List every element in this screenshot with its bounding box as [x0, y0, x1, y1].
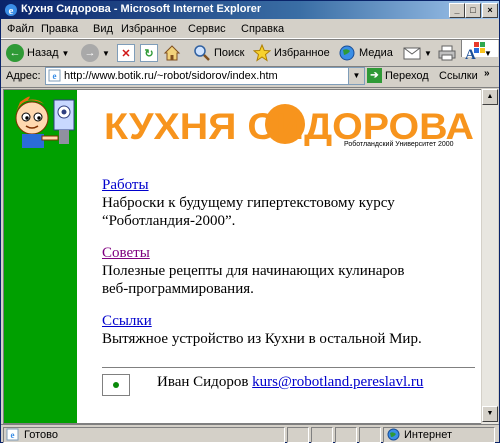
forward-arrow-icon: →	[81, 44, 99, 62]
refresh-button[interactable]: ↻	[140, 43, 158, 63]
address-url: http://www.botik.ru/~robot/sidorov/index…	[64, 70, 278, 82]
section-links: Ссылки Вытяжное устройство из Кухни в ос…	[102, 312, 462, 348]
logo-subtitle: Роботландский Университет 2000	[344, 141, 454, 148]
forward-button[interactable]: → ▼	[81, 43, 110, 63]
zone-text: Интернет	[404, 429, 452, 441]
mail-dropdown-icon[interactable]: ▼	[424, 49, 432, 58]
kitchen-logo: КУХНЯ СИДОРОВА	[104, 104, 474, 146]
media-globe-icon	[339, 45, 355, 61]
title-bar[interactable]: e Кухня Сидорова - Microsoft Internet Ex…	[1, 1, 499, 19]
page-done-icon: e	[6, 428, 19, 441]
close-button[interactable]: ×	[482, 3, 498, 18]
menu-tools[interactable]: Сервис	[188, 23, 226, 35]
scroll-down-icon[interactable]: ▼	[482, 406, 498, 422]
minimize-button[interactable]: _	[449, 3, 465, 18]
address-dropdown-icon[interactable]: ▼	[348, 68, 364, 84]
menu-view[interactable]: Вид	[93, 23, 113, 35]
footer-divider	[102, 367, 475, 368]
favorites-button[interactable]: Избранное	[253, 43, 330, 63]
favorites-star-icon	[253, 44, 271, 62]
section-links-text: Вытяжное устройство из Кухни в остальной…	[102, 331, 422, 347]
stop-icon: ✕	[117, 44, 135, 62]
edit-dropdown-icon[interactable]: ▼	[484, 49, 492, 58]
scroll-up-icon[interactable]: ▲	[482, 89, 498, 105]
green-sidebar	[4, 90, 77, 423]
link-works[interactable]: Работы	[102, 177, 149, 193]
svg-text:e: e	[9, 5, 14, 17]
menu-favorites[interactable]: Избранное	[121, 23, 177, 35]
links-chevron-icon[interactable]: »	[484, 68, 490, 79]
edit-button[interactable]: A ▼	[463, 43, 492, 63]
robot-kid-mascot	[15, 96, 75, 148]
page-icon: e	[48, 69, 61, 82]
home-button[interactable]	[163, 43, 181, 63]
back-arrow-icon: ←	[6, 44, 24, 62]
section-works-text: Наброски к будущему гипертекстовому курс…	[102, 195, 395, 229]
footer-name: Иван Сидоров	[157, 374, 249, 390]
address-label: Адрес:	[6, 70, 41, 82]
status-zone-pane: Интернет	[383, 427, 495, 443]
link-tips[interactable]: Советы	[102, 245, 150, 261]
mail-button[interactable]: ▼	[403, 43, 432, 63]
print-icon	[438, 45, 456, 61]
menu-help[interactable]: Справка	[241, 23, 284, 35]
go-arrow-icon: ➔	[367, 68, 382, 83]
footer-email-link[interactable]: kurs@robotland.pereslavl.ru	[252, 374, 423, 390]
forward-dropdown-icon[interactable]: ▼	[102, 49, 110, 58]
footer-signature: Иван Сидоров kurs@robotland.pereslavl.ru	[157, 374, 423, 391]
back-button[interactable]: ← Назад ▼	[6, 43, 69, 63]
link-links[interactable]: Ссылки	[102, 313, 152, 329]
links-button[interactable]: Ссылки	[439, 70, 478, 82]
menu-bar: Файл Правка Вид Избранное Сервис Справка	[1, 20, 499, 57]
menu-edit[interactable]: Правка	[41, 23, 78, 35]
mail-icon	[403, 47, 421, 60]
go-label: Переход	[385, 69, 429, 82]
section-tips: Советы Полезные рецепты для начинающих к…	[102, 244, 422, 298]
section-works: Работы Наброски к будущему гипертекстово…	[102, 176, 422, 230]
page-viewport: КУХНЯ СИДОРОВА Роботландский Университет…	[3, 89, 482, 424]
media-button[interactable]: Медиа	[338, 43, 393, 63]
back-label: Назад	[27, 47, 59, 59]
status-text: Готово	[24, 429, 58, 441]
svg-text:A: A	[465, 47, 476, 62]
address-bar: Адрес: e http://www.botik.ru/~robot/sido…	[1, 65, 499, 88]
go-button[interactable]: ➔ Переход	[367, 68, 429, 83]
svg-text:e: e	[53, 71, 57, 81]
edit-font-icon: A	[465, 47, 476, 62]
footer-bullet-icon	[102, 374, 130, 396]
internet-explorer-icon: e	[5, 4, 17, 17]
status-pane-2	[311, 427, 333, 443]
internet-zone-icon	[387, 428, 400, 441]
refresh-icon: ↻	[140, 44, 158, 62]
status-pane-4	[359, 427, 381, 443]
favorites-label: Избранное	[274, 47, 330, 59]
status-bar: e Готово Интернет	[1, 424, 499, 443]
svg-text:e: e	[11, 430, 15, 440]
section-tips-text: Полезные рецепты для начинающих кулинаро…	[102, 263, 405, 297]
vertical-scrollbar[interactable]: ▲ ▼	[481, 89, 498, 424]
home-icon	[163, 45, 181, 61]
search-label: Поиск	[214, 47, 245, 59]
search-button[interactable]: Поиск	[193, 43, 244, 63]
logo-text: КУХНЯ СИДОРОВА	[104, 106, 474, 146]
address-input[interactable]: e http://www.botik.ru/~robot/sidorov/ind…	[45, 67, 365, 85]
status-pane-1	[287, 427, 309, 443]
status-pane-3	[335, 427, 357, 443]
window-title: Кухня Сидорова - Microsoft Internet Expl…	[21, 3, 262, 15]
standard-toolbar: ← Назад ▼ → ▼ ✕ ↻ Поиск Избранное Медиа	[1, 39, 499, 67]
browser-window: e Кухня Сидорова - Microsoft Internet Ex…	[0, 0, 500, 443]
search-icon	[194, 45, 210, 61]
stop-button[interactable]: ✕	[117, 43, 135, 63]
media-label: Медиа	[359, 47, 393, 59]
print-button[interactable]	[438, 43, 456, 63]
maximize-button[interactable]: □	[465, 3, 481, 18]
menu-file[interactable]: Файл	[7, 23, 34, 35]
status-pane-main: e Готово	[3, 427, 285, 443]
back-dropdown-icon[interactable]: ▼	[62, 49, 70, 58]
